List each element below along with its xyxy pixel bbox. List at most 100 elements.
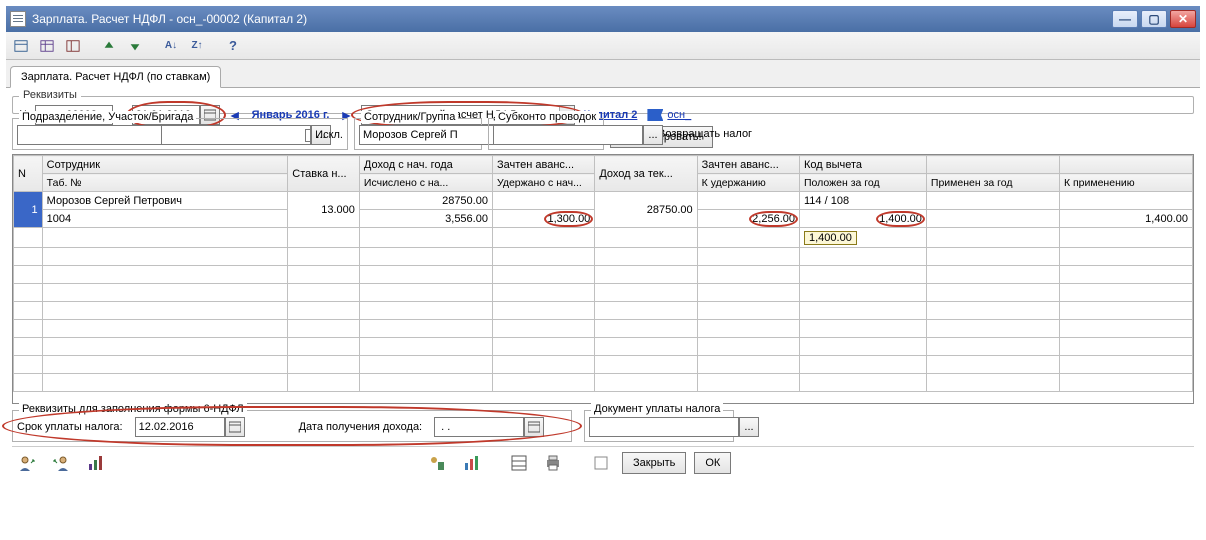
income-date-input[interactable] <box>434 417 524 437</box>
paydoc-group: Документ уплаты налога ... <box>584 410 734 442</box>
table-row[interactable] <box>14 356 1193 374</box>
person-right-icon[interactable] <box>48 451 74 475</box>
toolbar-sort-icon[interactable]: A↓ <box>160 36 182 56</box>
col-tabnum[interactable]: Таб. № <box>42 174 288 192</box>
main-toolbar: A↓ Z↑ ? <box>6 32 1200 60</box>
requisites-legend: Реквизиты <box>19 89 81 101</box>
table-row[interactable]: 1,400.00 <box>14 228 1193 248</box>
cell-planned: 1,400.00 <box>800 210 927 228</box>
table-row[interactable] <box>14 320 1193 338</box>
cell-income-cur: 28750.00 <box>595 192 697 228</box>
toolbar-btn-2[interactable] <box>36 36 58 56</box>
subdivision-legend: Подразделение, Участок/Бригада <box>19 111 196 123</box>
close-doc-button[interactable]: Закрыть <box>622 452 686 474</box>
subconto-picker-icon[interactable]: ... <box>643 125 663 145</box>
calendar-icon[interactable] <box>225 417 245 437</box>
table-row[interactable]: 1 Морозов Сергей Петрович 13.000 28750.0… <box>14 192 1193 210</box>
toolbar-help-icon[interactable]: ? <box>222 36 244 56</box>
document-icon <box>10 11 26 27</box>
exclude-label: Искл. <box>315 129 343 141</box>
brigade-input[interactable] <box>161 125 311 145</box>
paydoc-input[interactable] <box>589 417 739 437</box>
cell-extra[interactable]: 1,400.00 <box>804 231 857 245</box>
subconto-input[interactable] <box>493 125 643 145</box>
close-button[interactable]: ✕ <box>1170 10 1196 28</box>
col-to-withhold[interactable]: К удержанию <box>697 174 799 192</box>
cell-advance2 <box>697 192 799 210</box>
table-row[interactable] <box>14 284 1193 302</box>
cell-deduct-code: 114 / 108 <box>800 192 927 210</box>
cell-withheld: 1,300.00 <box>492 210 594 228</box>
employee-group: Сотрудник/Группа ... <box>354 118 482 150</box>
calendar-icon[interactable] <box>524 417 544 437</box>
cell-rate: 13.000 <box>288 192 360 228</box>
subconto-legend: Субконто проводок <box>495 111 599 123</box>
flag-badge[interactable]: осн_ <box>647 109 691 121</box>
tool-icon-print[interactable] <box>540 451 566 475</box>
exclude-checkbox[interactable] <box>305 129 311 142</box>
tool-icon-ledger[interactable] <box>506 451 532 475</box>
minimize-button[interactable]: — <box>1112 10 1138 28</box>
col-toapply[interactable]: К применению <box>1059 174 1192 192</box>
paydoc-legend: Документ уплаты налога <box>591 403 723 415</box>
col-advance1[interactable]: Зачтен аванс... <box>492 156 594 174</box>
pay-deadline-label: Срок уплаты налога: <box>17 421 123 433</box>
window-title: Зарплата. Расчет НДФЛ - осн_-00002 (Капи… <box>32 12 1112 26</box>
toolbar-down-icon[interactable] <box>124 36 146 56</box>
cell-to-withhold: 2,256.00 <box>697 210 799 228</box>
person-left-icon[interactable] <box>14 451 40 475</box>
tool-icon-1[interactable] <box>424 451 450 475</box>
cell-tabnum: 1004 <box>42 210 288 228</box>
ok-button[interactable]: ОК <box>694 452 731 474</box>
col-advance2[interactable]: Зачтен аванс... <box>697 156 799 174</box>
toolbar-btn-3[interactable] <box>62 36 84 56</box>
tab-main[interactable]: Зарплата. Расчет НДФЛ (по ставкам) <box>10 66 221 88</box>
bottom-toolbar: Закрыть ОК <box>12 446 1194 479</box>
col-blank2[interactable] <box>1059 156 1192 174</box>
col-rate[interactable]: Ставка н... <box>288 156 360 192</box>
col-employee[interactable]: Сотрудник <box>42 156 288 174</box>
cell-toapply <box>1059 192 1192 210</box>
cell-income-year: 28750.00 <box>359 192 492 210</box>
form6-legend: Реквизиты для заполнения формы 6-НДФЛ <box>19 403 247 415</box>
cell-employee: Морозов Сергей Петрович <box>42 192 288 210</box>
col-applied[interactable]: Применен за год <box>926 174 1059 192</box>
col-income-cur[interactable]: Доход за тек... <box>595 156 697 192</box>
table-row[interactable] <box>14 302 1193 320</box>
income-date-label: Дата получения дохода: <box>299 421 423 433</box>
col-income-year[interactable]: Доход с нач. года <box>359 156 492 174</box>
subdivision-group: Подразделение, Участок/Бригада ... ... И… <box>12 118 348 150</box>
table-row[interactable] <box>14 338 1193 356</box>
toolbar-sort2-icon[interactable]: Z↑ <box>186 36 208 56</box>
flag-text[interactable]: осн_ <box>667 109 691 121</box>
col-n[interactable]: N <box>14 156 43 192</box>
toolbar-btn-1[interactable] <box>10 36 32 56</box>
pay-deadline-input[interactable] <box>135 417 225 437</box>
col-calc[interactable]: Исчислено с на... <box>359 174 492 192</box>
sort-bars-icon[interactable] <box>82 451 108 475</box>
flag-icon <box>647 109 663 121</box>
tool-icon-chart[interactable] <box>458 451 484 475</box>
table-row[interactable] <box>14 248 1193 266</box>
col-deduct-code[interactable]: Код вычета <box>800 156 927 174</box>
cell-applied <box>926 192 1059 210</box>
col-withheld[interactable]: Удержано с нач... <box>492 174 594 192</box>
cell-toapply2: 1,400.00 <box>1059 210 1192 228</box>
col-planned[interactable]: Положен за год <box>800 174 927 192</box>
tab-strip: Зарплата. Расчет НДФЛ (по ставкам) <box>6 60 1200 88</box>
table-row[interactable] <box>14 266 1193 284</box>
cell-calc: 3,556.00 <box>359 210 492 228</box>
table-row[interactable] <box>14 374 1193 392</box>
col-blank1[interactable] <box>926 156 1059 174</box>
tool-icon-small[interactable] <box>588 451 614 475</box>
paydoc-picker-icon[interactable]: ... <box>739 417 759 437</box>
cell-applied2 <box>926 210 1059 228</box>
form6-group: Реквизиты для заполнения формы 6-НДФЛ Ср… <box>12 410 572 442</box>
maximize-button[interactable]: ▢ <box>1141 10 1167 28</box>
employee-input[interactable] <box>359 125 509 145</box>
subdivision-input[interactable] <box>17 125 167 145</box>
toolbar-up-icon[interactable] <box>98 36 120 56</box>
return-tax-label: Возвращать налог <box>658 128 752 140</box>
title-bar: Зарплата. Расчет НДФЛ - осн_-00002 (Капи… <box>6 6 1200 32</box>
data-grid[interactable]: N Сотрудник Ставка н... Доход с нач. год… <box>12 154 1194 404</box>
